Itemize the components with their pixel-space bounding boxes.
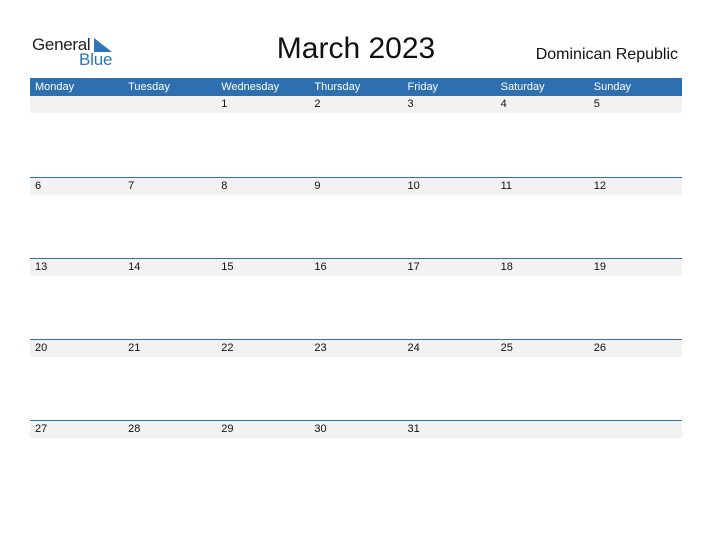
day-cell: 29: [221, 423, 234, 435]
day-cell: 26: [593, 342, 606, 354]
weekday-label: Monday: [35, 81, 75, 93]
day-cell: 4: [500, 98, 507, 110]
week-row: 6 7 8 9 10 11 12: [30, 177, 682, 195]
day-cell: 8: [221, 180, 228, 192]
week-date-strip: 13 14 15 16 17 18 19: [30, 258, 682, 276]
day-cell: [496, 421, 589, 438]
weekday-label: Wednesday: [221, 81, 280, 93]
day-cell: 27: [35, 423, 48, 435]
day-cell: 22: [221, 342, 234, 354]
day-cell: 6: [35, 180, 42, 192]
week-row: 20 21 22 23 24 25 26: [30, 339, 682, 357]
weekday-label: Sunday: [593, 81, 632, 93]
day-cell: 14: [128, 261, 141, 273]
day-cell: 23: [314, 342, 327, 354]
week-date-strip: 27 28 29 30 31: [30, 420, 682, 438]
week-date-strip: 20 21 22 23 24 25 26: [30, 339, 682, 357]
day-cell: 2: [314, 98, 321, 110]
day-cell: 24: [407, 342, 420, 354]
weekday-header: Monday Tuesday Wednesday Thursday Friday…: [30, 78, 682, 96]
day-cell: 31: [407, 423, 420, 435]
day-cell: 19: [593, 261, 606, 273]
week-row: 13 14 15 16 17 18 19: [30, 258, 682, 276]
week-row: 1 2 3 4 5: [30, 96, 682, 113]
country-name: Dominican Republic: [535, 46, 678, 63]
day-cell: 9: [314, 180, 321, 192]
day-cell: 18: [500, 261, 513, 273]
day-cell: 11: [500, 180, 513, 192]
day-cell: [30, 96, 123, 113]
day-cell: 16: [314, 261, 327, 273]
day-cell: 21: [128, 342, 141, 354]
day-cell: 15: [221, 261, 234, 273]
week-date-strip: 6 7 8 9 10 11 12: [30, 177, 682, 195]
day-cell: 28: [128, 423, 141, 435]
weekday-label: Thursday: [314, 81, 361, 93]
day-cell: 1: [221, 98, 228, 110]
weekday-label: Tuesday: [128, 81, 170, 93]
week-date-strip: 1 2 3 4 5: [30, 96, 682, 113]
weekday-label: Saturday: [500, 81, 545, 93]
day-cell: 7: [128, 180, 135, 192]
day-cell: 5: [593, 98, 600, 110]
day-cell: 3: [407, 98, 414, 110]
day-cell: 20: [35, 342, 48, 354]
day-cell: 10: [407, 180, 420, 192]
day-cell: 25: [500, 342, 513, 354]
calendar-grid: Monday Tuesday Wednesday Thursday Friday…: [30, 78, 682, 438]
day-cell: 17: [407, 261, 420, 273]
weekday-label: Friday: [407, 81, 439, 93]
week-row: 27 28 29 30 31: [30, 420, 682, 438]
day-cell: [589, 421, 682, 438]
day-cell: 13: [35, 261, 48, 273]
day-cell: [123, 96, 216, 113]
day-cell: 12: [593, 180, 606, 192]
day-cell: 30: [314, 423, 327, 435]
